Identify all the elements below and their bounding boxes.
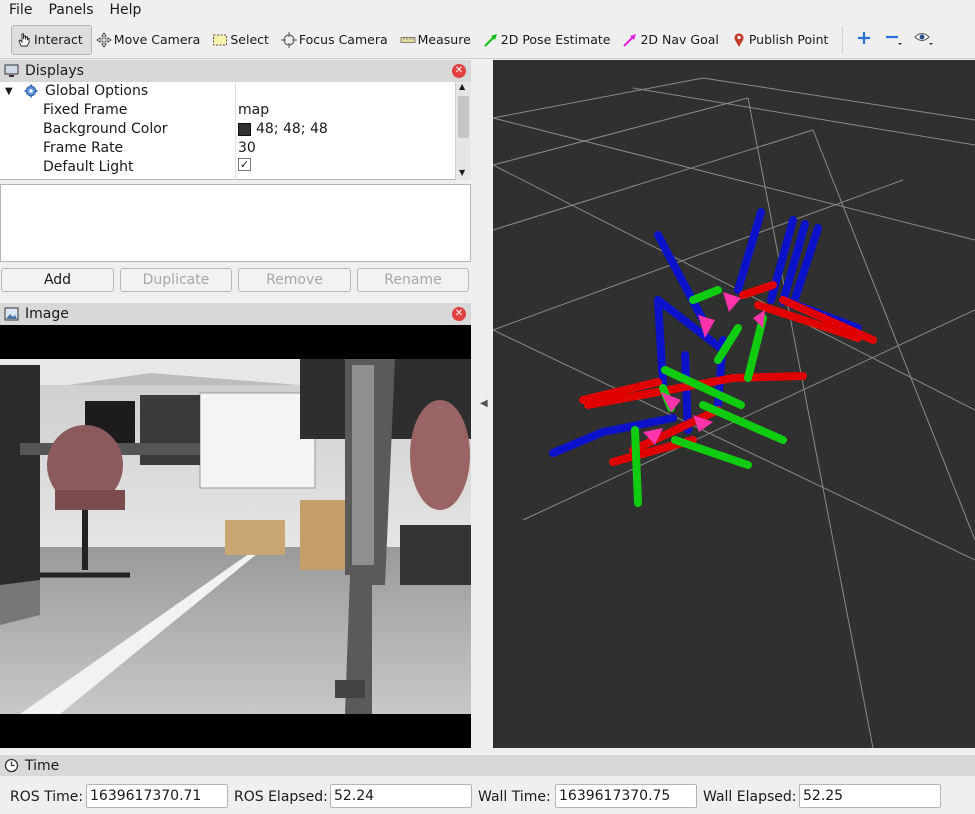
hand-pointer-icon	[16, 32, 32, 48]
ground-grid	[493, 77, 975, 748]
tool-bar: Interact Move Camera Select Focus Camera…	[0, 21, 975, 59]
default-light-row[interactable]: Default Light ✓	[0, 158, 455, 177]
map-pin-icon	[731, 32, 747, 48]
image-icon	[4, 307, 19, 321]
property-name: Background Color	[43, 121, 168, 137]
scene-svg	[493, 77, 975, 748]
move-camera-label: Move Camera	[113, 32, 201, 47]
fixed-frame-row[interactable]: Fixed Frame map	[0, 101, 455, 120]
menu-panels[interactable]: Panels	[40, 0, 101, 21]
focus-camera-tool[interactable]: Focus Camera	[277, 25, 396, 55]
pose-estimate-tool[interactable]: 2D Pose Estimate	[479, 25, 619, 55]
default-light-checkbox[interactable]: ✓	[238, 158, 251, 171]
menu-file[interactable]: File	[0, 0, 40, 21]
green-arrow-icon	[483, 32, 499, 48]
ros-elapsed-label: ROS Elapsed:	[234, 789, 328, 805]
wall-elapsed-label: Wall Elapsed:	[703, 789, 797, 805]
pose-estimate-label: 2D Pose Estimate	[500, 32, 611, 47]
focus-camera-label: Focus Camera	[298, 32, 388, 47]
displays-panel-header: Displays ✕	[0, 60, 471, 82]
interact-label: Interact	[34, 32, 83, 47]
property-name: Fixed Frame	[43, 102, 128, 118]
image-panel-header: Image ✕	[0, 303, 471, 325]
wall-time-field[interactable]: 1639617370.75	[555, 784, 697, 808]
move-camera-tool[interactable]: Move Camera	[92, 25, 209, 55]
select-label: Select	[230, 32, 269, 47]
magenta-arrow-icon	[622, 32, 638, 48]
rename-button[interactable]: Rename	[357, 268, 469, 292]
property-name: Frame Rate	[43, 140, 124, 156]
measure-label: Measure	[417, 32, 471, 47]
ros-time-label: ROS Time:	[10, 789, 84, 805]
nav-goal-tool[interactable]: 2D Nav Goal	[618, 25, 726, 55]
ros-time-field[interactable]: 1639617370.71	[86, 784, 228, 808]
remove-button[interactable]: Remove	[238, 268, 351, 292]
clock-icon	[4, 758, 19, 773]
menu-help[interactable]: Help	[102, 0, 150, 21]
remove-tool-button[interactable]	[879, 25, 909, 55]
scroll-down-icon[interactable]: ▼	[459, 168, 465, 177]
rviz-window: File Panels Help Interact Move Camera Se…	[0, 0, 975, 814]
wall-elapsed-field[interactable]: 52.25	[799, 784, 941, 808]
splitter-collapse-icon[interactable]: ◀	[480, 398, 488, 409]
selection-box-icon	[212, 32, 228, 48]
publish-point-label: Publish Point	[748, 32, 829, 47]
ros-elapsed-field[interactable]: 52.24	[330, 784, 472, 808]
property-name: Default Light	[43, 159, 134, 175]
background-color-value[interactable]: 48; 48; 48	[238, 120, 328, 139]
close-displays-icon[interactable]: ✕	[452, 64, 466, 78]
displays-scrollbar[interactable]: ▲ ▼	[455, 82, 471, 180]
add-tool-button[interactable]	[849, 25, 879, 55]
scroll-thumb[interactable]	[458, 96, 469, 138]
menu-bar: File Panels Help	[0, 0, 975, 21]
camera-image-view	[0, 325, 471, 748]
property-description-area	[0, 184, 471, 262]
fixed-frame-value[interactable]: map	[238, 101, 269, 120]
time-title: Time	[25, 757, 60, 774]
expand-arrow-icon[interactable]: ▼	[5, 82, 13, 101]
displays-tree: ▼ Global Options Fixed Frame map Backgro…	[0, 82, 471, 180]
plus-icon	[857, 31, 871, 49]
nav-goal-label: 2D Nav Goal	[640, 32, 719, 47]
time-panel-header: Time	[0, 755, 975, 776]
view-toggle-button[interactable]	[909, 25, 939, 55]
toolbar-separator	[842, 26, 844, 53]
publish-point-tool[interactable]: Publish Point	[727, 25, 837, 55]
scroll-up-icon[interactable]: ▲	[459, 82, 465, 91]
measure-tool[interactable]: Measure	[396, 25, 479, 55]
monitor-icon	[4, 64, 19, 78]
global-options-label: Global Options	[45, 83, 149, 99]
frame-rate-value[interactable]: 30	[238, 139, 256, 158]
color-swatch	[238, 123, 251, 136]
interact-tool[interactable]: Interact	[11, 24, 92, 55]
displays-title: Displays	[25, 63, 84, 79]
render-3d-view[interactable]	[493, 60, 975, 748]
background-color-row[interactable]: Background Color 48; 48; 48	[0, 120, 455, 139]
default-light-value[interactable]: ✓	[238, 158, 251, 171]
duplicate-button[interactable]: Duplicate	[120, 268, 232, 292]
minus-icon	[885, 30, 903, 50]
tf-axes	[549, 208, 877, 507]
time-bar: ROS Time: 1639617370.71 ROS Elapsed: 52.…	[0, 776, 975, 814]
image-title: Image	[25, 306, 69, 322]
global-options-row[interactable]: ▼ Global Options	[0, 82, 455, 101]
eye-icon	[914, 30, 934, 50]
frame-rate-row[interactable]: Frame Rate 30	[0, 139, 455, 158]
ruler-icon	[400, 32, 416, 48]
camera-feed-image	[0, 359, 471, 714]
crosshair-icon	[280, 31, 297, 48]
close-image-icon[interactable]: ✕	[452, 307, 466, 321]
add-button[interactable]: Add	[1, 268, 114, 292]
color-value-text: 48; 48; 48	[256, 121, 328, 137]
select-tool[interactable]: Select	[208, 25, 277, 55]
move-arrows-icon	[96, 31, 112, 48]
wall-time-label: Wall Time:	[478, 789, 551, 805]
